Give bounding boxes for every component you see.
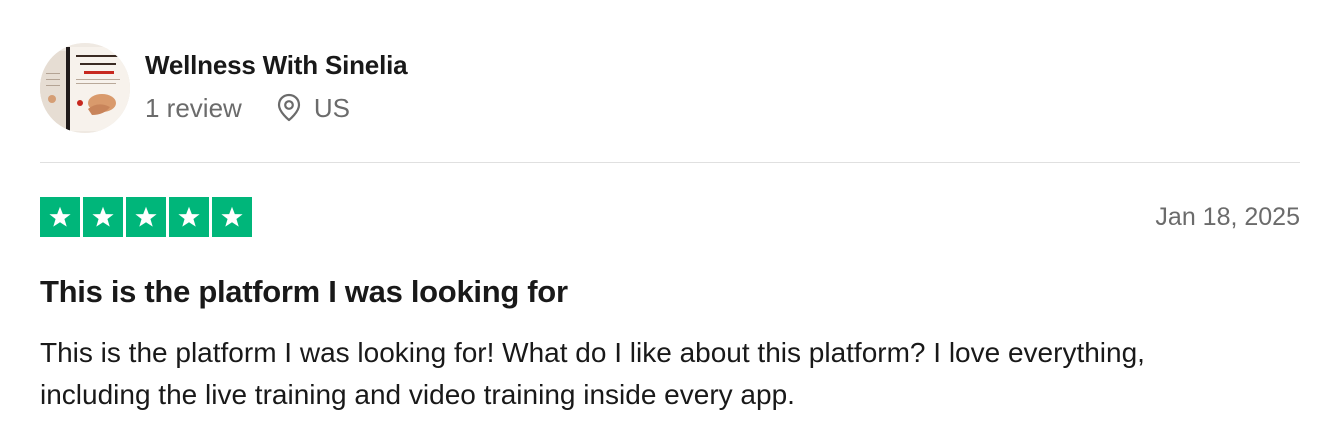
review-body: This is the platform I was looking for! … [40, 337, 1145, 410]
star-icon [212, 197, 252, 237]
review-card: Wellness With Sinelia 1 review US Jan 18… [40, 0, 1300, 436]
country-label: US [313, 93, 350, 123]
consumer-header: Wellness With Sinelia 1 review US [40, 43, 408, 133]
avatar[interactable] [40, 43, 130, 133]
review-date: Jan 18, 2025 [1155, 203, 1300, 231]
consumer-name[interactable]: Wellness With Sinelia [145, 49, 408, 81]
star-icon [126, 197, 166, 237]
star-icon [40, 197, 80, 237]
star-rating [40, 197, 252, 237]
star-icon [83, 197, 123, 237]
star-icon [169, 197, 209, 237]
review-count[interactable]: 1 review [145, 93, 242, 123]
consumer-info: Wellness With Sinelia 1 review US [145, 49, 408, 123]
consumer-meta: 1 review US [145, 93, 407, 123]
divider [40, 162, 1300, 163]
location-pin-icon [276, 93, 302, 123]
rating-row: Jan 18, 2025 [40, 197, 1300, 237]
review-title[interactable]: This is the platform I was looking for [40, 272, 568, 312]
consumer-location: US [276, 93, 350, 123]
avatar-image [40, 43, 130, 133]
